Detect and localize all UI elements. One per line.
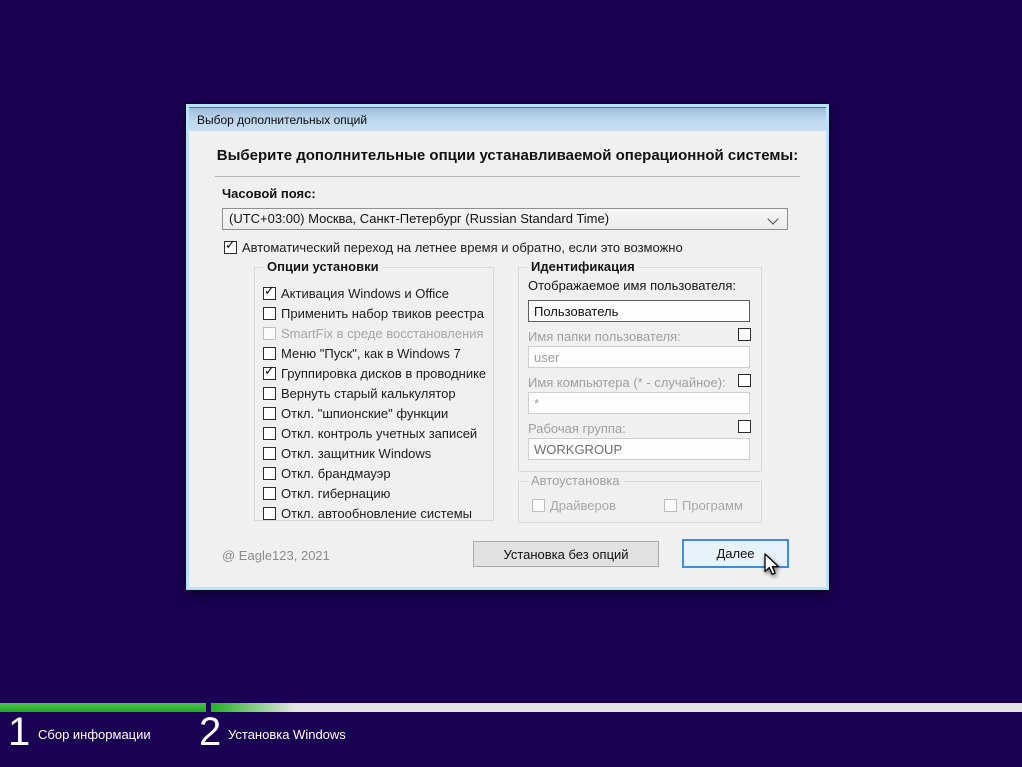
- computer-name-input[interactable]: [528, 392, 750, 414]
- checkbox-disable-updates[interactable]: Откл. автообновление системы: [263, 504, 472, 522]
- checkmark-icon: ✓: [225, 236, 236, 252]
- step1-label: Сбор информации: [38, 727, 151, 742]
- heading-separator: [215, 176, 800, 177]
- checkbox-label: Откл. "шпионские" функции: [281, 405, 449, 421]
- user-folder-label: Имя папки пользователя:: [528, 329, 681, 344]
- chevron-down-icon: [767, 213, 779, 225]
- checkbox-label: Активация Windows и Office: [281, 285, 450, 301]
- checkmark-icon: ✓: [264, 362, 275, 378]
- dialog-heading: Выберите дополнительные опции устанавлив…: [216, 147, 799, 164]
- checkbox-box: [263, 506, 276, 520]
- timezone-selected-value: (UTC+03:00) Москва, Санкт-Петербург (Rus…: [229, 211, 610, 226]
- checkbox-box: [263, 426, 276, 440]
- dst-checkbox[interactable]: ✓ Автоматический переход на летнее время…: [224, 238, 683, 256]
- checkbox-disable-firewall[interactable]: Откл. брандмауэр: [263, 464, 391, 482]
- workgroup-label: Рабочая группа:: [528, 421, 626, 436]
- checkbox-label: Откл. защитник Windows: [281, 445, 432, 461]
- checkbox-box: ✓: [263, 362, 276, 380]
- checkbox-label: Драйверов: [550, 497, 616, 513]
- checkbox-box: [263, 386, 276, 400]
- workgroup-checkbox[interactable]: [738, 420, 751, 433]
- checkbox-box: [263, 406, 276, 420]
- dst-checkbox-box: ✓: [224, 236, 237, 254]
- checkbox-old-calculator[interactable]: Вернуть старый калькулятор: [263, 384, 456, 402]
- checkbox-box: [664, 498, 677, 512]
- checkbox-disable-defender[interactable]: Откл. защитник Windows: [263, 444, 431, 462]
- checkbox-box: [263, 346, 276, 360]
- checkbox-box: [263, 466, 276, 480]
- dialog-body: Выберите дополнительные опции устанавлив…: [189, 131, 826, 587]
- dst-checkbox-label: Автоматический переход на летнее время и…: [242, 239, 683, 255]
- dialog-titlebar[interactable]: Выбор дополнительных опций: [189, 107, 826, 131]
- checkbox-activation[interactable]: ✓ Активация Windows и Office: [263, 284, 449, 302]
- step2-number: 2: [199, 710, 222, 754]
- checkmark-icon: ✓: [264, 282, 275, 298]
- identification-group: Идентификация Отображаемое имя пользоват…: [518, 259, 762, 472]
- dialog-title: Выбор дополнительных опций: [197, 113, 368, 127]
- autoinstall-group: Автоустановка Драйверов Программ: [518, 473, 762, 523]
- checkbox-drive-grouping[interactable]: ✓ Группировка дисков в проводнике: [263, 364, 486, 382]
- mouse-cursor: [764, 553, 779, 575]
- checkbox-win7-start-menu[interactable]: Меню "Пуск", как в Windows 7: [263, 344, 461, 362]
- checkbox-registry-tweaks[interactable]: Применить набор твиков реестра: [263, 304, 484, 322]
- options-dialog-window: Выбор дополнительных опций Выберите допо…: [185, 103, 830, 591]
- checkbox-autoinstall-programs: Программ: [664, 496, 743, 514]
- checkbox-disable-hibernation[interactable]: Откл. гибернацию: [263, 484, 390, 502]
- checkbox-label: Группировка дисков в проводнике: [281, 365, 487, 381]
- install-options-group: Опции установки ✓ Активация Windows и Of…: [254, 259, 494, 522]
- checkbox-label: Меню "Пуск", как в Windows 7: [281, 345, 461, 361]
- checkbox-label: Откл. автообновление системы: [281, 505, 472, 521]
- checkbox-box: [263, 326, 276, 340]
- checkbox-box: ✓: [263, 282, 276, 300]
- user-folder-checkbox[interactable]: [738, 328, 751, 341]
- display-name-input[interactable]: [528, 300, 750, 322]
- workgroup-input[interactable]: [528, 438, 750, 460]
- autoinstall-group-title: Автоустановка: [527, 473, 624, 488]
- checkbox-label: Применить набор твиков реестра: [281, 305, 485, 321]
- step1-number: 1: [8, 710, 31, 754]
- timezone-select[interactable]: (UTC+03:00) Москва, Санкт-Петербург (Rus…: [222, 208, 788, 230]
- install-options-group-title: Опции установки: [263, 259, 383, 274]
- checkbox-box: [263, 446, 276, 460]
- checkbox-label: Откл. гибернацию: [281, 485, 391, 501]
- timezone-label: Часовой пояс:: [222, 186, 316, 201]
- checkbox-disable-uac[interactable]: Откл. контроль учетных записей: [263, 424, 477, 442]
- identification-group-title: Идентификация: [527, 259, 639, 274]
- checkbox-disable-spy-functions[interactable]: Откл. "шпионские" функции: [263, 404, 448, 422]
- checkbox-label: Откл. контроль учетных записей: [281, 425, 478, 441]
- checkbox-label: SmartFix в среде восстановления: [281, 325, 484, 341]
- display-name-label: Отображаемое имя пользователя:: [528, 278, 737, 293]
- checkbox-box: [263, 306, 276, 320]
- checkbox-label: Вернуть старый калькулятор: [281, 385, 456, 401]
- checkbox-box: [532, 498, 545, 512]
- computer-name-checkbox[interactable]: [738, 374, 751, 387]
- progress-bar-step2-fill: [211, 703, 296, 712]
- checkbox-label: Откл. брандмауэр: [281, 465, 391, 481]
- step2-label: Установка Windows: [228, 727, 346, 742]
- progress-bar-step1: [0, 703, 206, 712]
- author-credit: @ Eagle123, 2021: [222, 548, 330, 563]
- install-without-options-button[interactable]: Установка без опций: [473, 541, 659, 567]
- checkbox-autoinstall-drivers: Драйверов: [532, 496, 616, 514]
- checkbox-smartfix: SmartFix в среде восстановления: [263, 324, 484, 342]
- progress-bar-step2: [211, 703, 1022, 712]
- computer-name-label: Имя компьютера (* - случайное):: [528, 375, 726, 390]
- checkbox-box: [263, 486, 276, 500]
- checkbox-label: Программ: [682, 497, 743, 513]
- user-folder-input[interactable]: [528, 346, 750, 368]
